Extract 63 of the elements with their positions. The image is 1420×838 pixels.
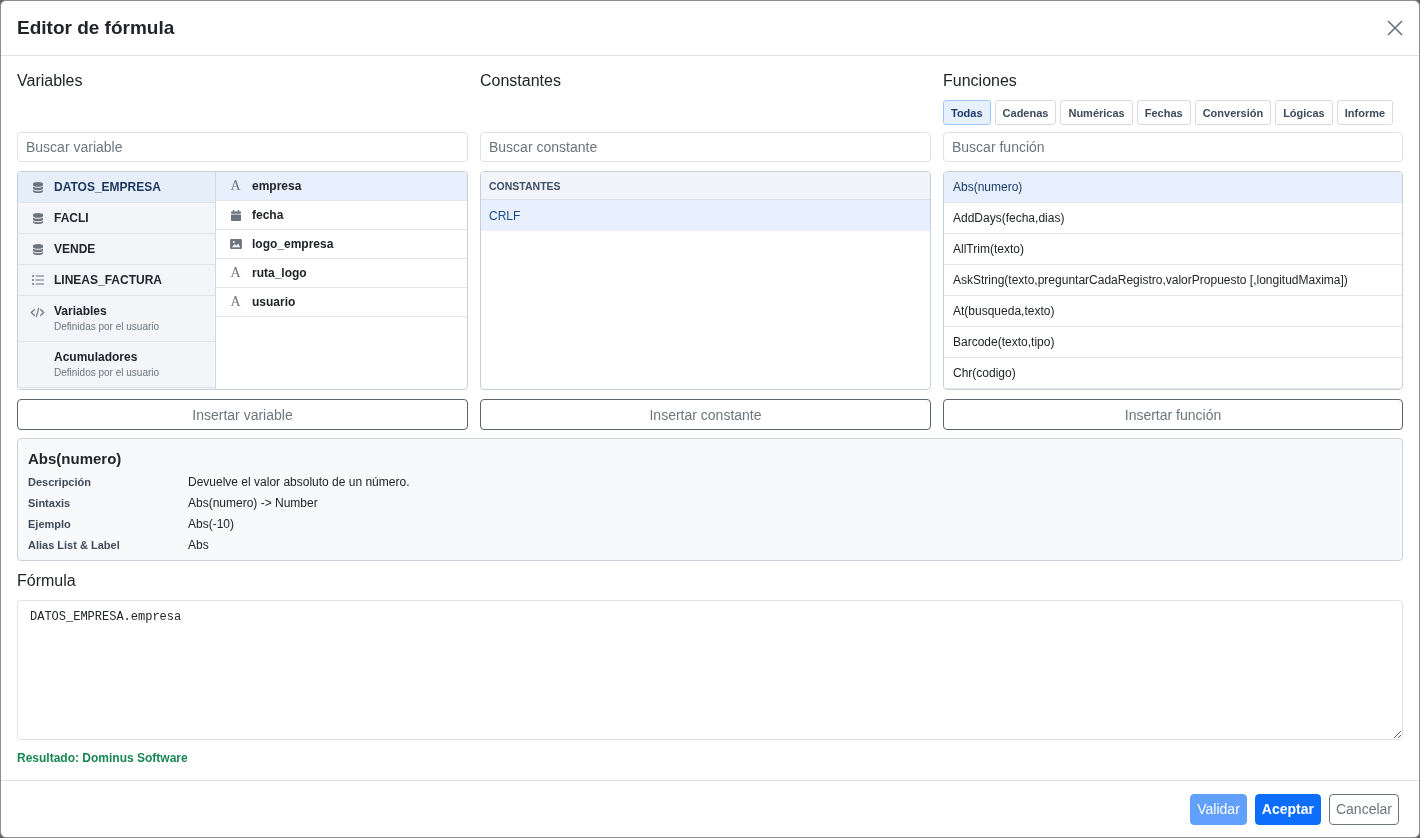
function-list-item[interactable]: Abs(numero) [944, 172, 1402, 203]
database-icon [32, 181, 43, 193]
source-list-item[interactable]: VENDE [18, 234, 215, 265]
function-list-item[interactable]: AddDays(fecha,dias) [944, 203, 1402, 234]
detail-value: Abs(numero) -> Number [188, 495, 318, 510]
search-field[interactable]: Buscar variable [17, 132, 468, 162]
section-heading: Constantes [480, 72, 561, 90]
filter-tab[interactable]: Todas [943, 100, 991, 125]
database-icon [32, 243, 43, 255]
list-group-header: CONSTANTES [481, 172, 930, 200]
section-heading: Funciones [943, 72, 1017, 90]
detail-label: Descripción [28, 475, 91, 488]
filter-tab[interactable]: Numéricas [1060, 100, 1133, 125]
constant-list-item[interactable]: CRLF [481, 200, 930, 231]
detail-label: Ejemplo [28, 517, 71, 530]
function-list-item[interactable]: At(busqueda,texto) [944, 296, 1402, 327]
detail-value: Devuelve el valor absoluto de un número. [188, 474, 410, 489]
filter-tab[interactable]: Conversión [1194, 100, 1272, 125]
function-list-item[interactable]: AllTrim(texto) [944, 234, 1402, 265]
close-icon [1387, 20, 1403, 36]
variable-list-item[interactable]: fecha [216, 201, 467, 230]
source-list-item[interactable]: Acumuladores Definidos por el usuario [18, 342, 215, 388]
detail-label: Sintaxis [28, 496, 71, 509]
detail-value: Abs(-10) [188, 516, 234, 531]
filter-tab[interactable]: Informe [1336, 100, 1394, 125]
database-icon [32, 212, 43, 224]
list-icon [31, 275, 44, 285]
source-list-item[interactable]: DATOS_EMPRESA [18, 172, 215, 203]
filter-tab[interactable]: Lógicas [1275, 100, 1333, 125]
text-type-icon: A [230, 296, 241, 308]
text-type-icon: A [230, 267, 241, 279]
window-title: Editor de fórmula [17, 16, 175, 40]
search-field[interactable]: Buscar constante [480, 132, 931, 162]
variable-list-item[interactable]: A empresa [216, 172, 467, 201]
variable-list-item[interactable]: A usuario [216, 288, 467, 317]
calendar-icon [230, 209, 241, 221]
details-title: Abs(numero) [28, 449, 122, 469]
accept-button[interactable]: Aceptar [1254, 793, 1321, 825]
function-list-item[interactable]: Chr(codigo) [944, 358, 1402, 389]
source-list-item[interactable]: FACLI [18, 203, 215, 234]
variable-list-item[interactable]: logo_empresa [216, 230, 467, 259]
search-field[interactable]: Buscar función [943, 132, 1403, 162]
insert-button[interactable]: Insertar constante [480, 399, 931, 430]
insert-button[interactable]: Insertar variable [17, 399, 468, 430]
filter-tab[interactable]: Cadenas [994, 100, 1057, 125]
variable-list-item[interactable]: A ruta_logo [216, 259, 467, 288]
source-list-item[interactable]: LINEAS_FACTURA [18, 265, 215, 296]
image-icon [229, 239, 242, 249]
detail-label: Alias List & Label [28, 538, 120, 551]
source-list-item[interactable]: Variables Definidas por el usuario [18, 296, 215, 342]
filter-tab[interactable]: Fechas [1136, 100, 1191, 125]
section-heading: Variables [17, 72, 83, 90]
code-icon [30, 307, 45, 318]
detail-value: Abs [188, 537, 209, 552]
formula-editor[interactable]: DATOS_EMPRESA.empresa [17, 600, 1403, 740]
function-list-item[interactable]: AskString(texto,preguntarCadaRegistro,valorPropuesto [,longitudMaxima]) [944, 265, 1402, 296]
cancel-button[interactable]: Cancelar [1328, 793, 1399, 825]
function-list-item[interactable]: Barcode(texto,tipo) [944, 327, 1402, 358]
formula-label: Fórmula [17, 571, 76, 591]
close-button[interactable] [1387, 20, 1403, 36]
text-type-icon: A [230, 180, 241, 192]
result-text: Resultado: Dominus Software [17, 751, 188, 766]
insert-button[interactable]: Insertar función [943, 399, 1403, 430]
